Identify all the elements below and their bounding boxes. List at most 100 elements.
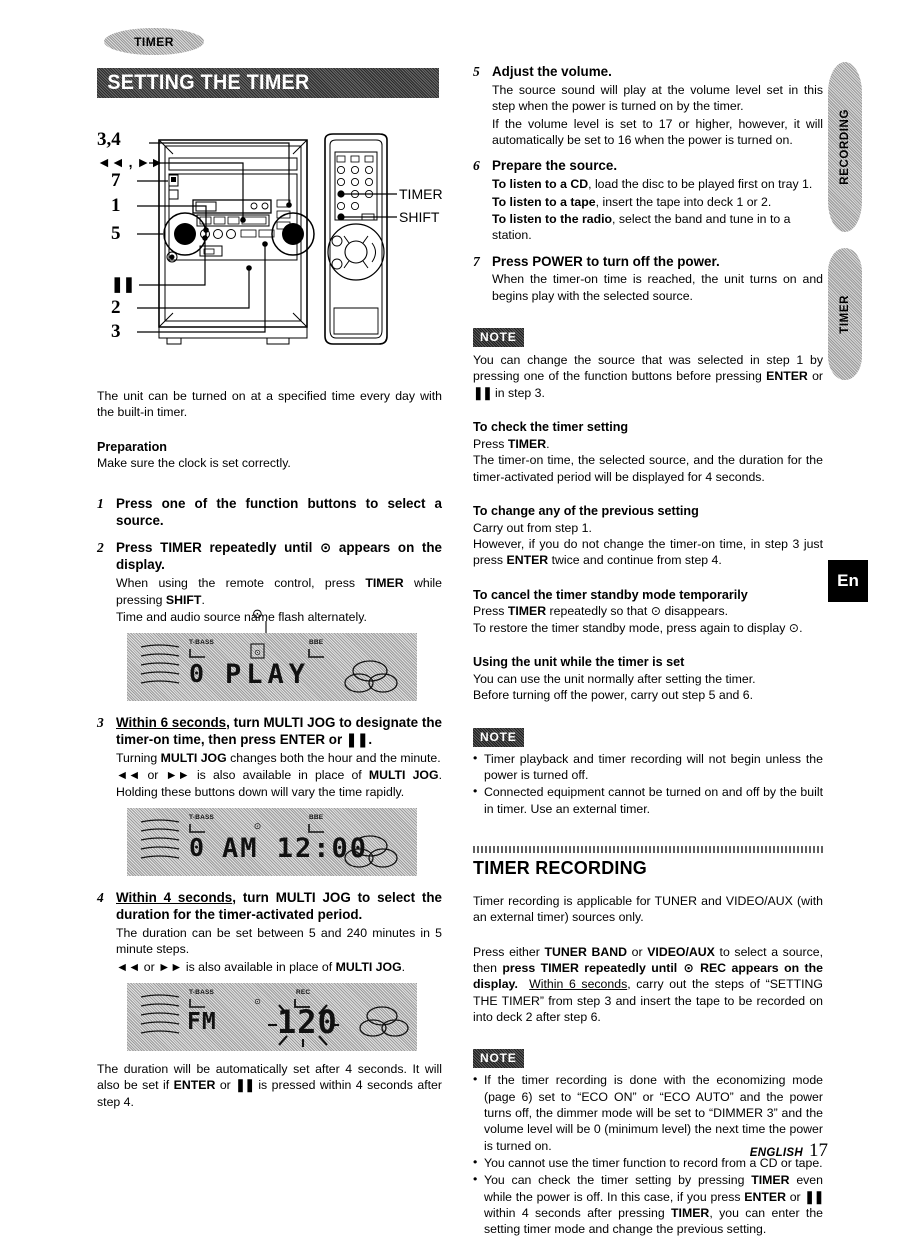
note-1-or: or [807,369,823,384]
display-duration: ⊙ T-BASS REC FM 120 [127,982,417,1051]
note-badge-1: NOTE [473,328,524,347]
step-3: 3 Within 6 seconds, turn MULTI JOG to de… [97,715,442,800]
section-using-unit-line-2: Before turning off the power, carry out … [473,688,754,703]
note-1-enter: ENTER [766,369,808,384]
section-cancel-standby-heading: To cancel the timer standby mode tempora… [473,587,748,602]
side-tab-timer-label: TIMER [839,294,851,334]
clock-icon: ⊙ [677,960,701,975]
svg-text:⊙: ⊙ [254,648,261,657]
step-5-title: Adjust the volume. [492,64,612,79]
step-7-sub-1: When the timer-on time is reached, the u… [492,272,823,303]
timer-recording-section: TIMER RECORDING Timer recording is appli… [473,845,823,1025]
display-duration-rec-label: REC [296,988,311,996]
note-2-item-1: Timer playback and timer recording will … [473,750,823,784]
step-6-rest-cd: , load the disc to be played first on tr… [588,177,813,192]
header-chapter-label: TIMER [134,34,174,49]
step-7: 7 Press POWER to turn off the power. Whe… [473,254,823,305]
side-tab-recording[interactable]: RECORDING [828,62,862,232]
step-2: 2 Press TIMER repeatedly until ⊙ appears… [97,540,442,626]
section-check-timer-line-1: Press TIMER. [473,436,550,451]
step-2-sub-1: When using the remote control, press TIM… [116,576,442,607]
display-play-left-digit: 0 [189,659,206,689]
step-1: 1 Press one of the function buttons to s… [97,496,442,530]
timer-recording-intro: Timer recording is applicable for TUNER … [473,893,823,925]
side-tab-recording-label: RECORDING [839,109,851,185]
step-6-lead-tape: To listen to a tape [492,194,596,209]
display-play-wrap: ⊙ ⊙ T-BASS BBE 0 PLAY [127,607,417,702]
display-duration-graphics: ⊙ [140,994,409,1047]
step-5-number: 5 [473,64,480,79]
clock-icon: ⊙ [320,540,332,556]
system-diagram: 3,4 ◄◄ , ►► 7 1 5 ❚❚ 2 3 TIMER SHIFT [97,112,443,370]
display-clock: ⊙ T-BASS BBE 0 AM 12:00 [127,808,417,877]
tr-b3: press TIMER repeatedly until [502,960,678,975]
display-duration-main-text: 120 [277,1002,338,1041]
step-4: 4 Within 4 seconds, turn MULTI JOG to se… [97,890,442,975]
section-title-bar: SETTING THE TIMER [97,68,439,98]
step-6-sub-cd: To listen to a CD, load the disc to be p… [492,176,823,192]
side-tab-timer[interactable]: TIMER [828,248,862,380]
intro-paragraph: The unit can be turned on at a specified… [97,389,442,420]
footer-page-number: 17 [809,1140,828,1161]
display-play-bbe-label: BBE [309,639,324,647]
step-6-number: 6 [473,158,480,174]
step-2-title-a: Press TIMER repeatedly until [116,539,320,555]
display-play: ⊙ T-BASS BBE 0 PLAY [127,633,417,702]
step-4-title: Within 4 seconds, turn MULTI JOG to sele… [116,890,442,924]
step-7-title: Press POWER to turn off the power. [492,253,720,269]
display-clock-tbass-label: T-BASS [189,814,215,822]
display-play-main-text: PLAY [225,659,311,691]
display-clock-wrap: ⊙ T-BASS BBE 0 AM 12:00 [127,808,417,877]
section-check-timer-heading: To check the timer setting [473,420,629,435]
section-change-setting-line-1: Carry out from step 1. [473,520,592,535]
tr-b1: TUNER BAND [544,944,628,959]
section-using-unit: Using the unit while the timer is set Yo… [473,654,823,703]
step-3-title: Within 6 seconds, turn MULTI JOG to desi… [116,715,442,749]
step-3-sub-2: ◄◄ or ►► is also available in place of M… [116,768,442,799]
step-6-sub-radio: To listen to the radio, select the band … [492,211,823,244]
step-5: 5 Adjust the volume. The source sound wi… [473,64,823,148]
header-chapter-oval: TIMER [104,28,204,55]
tr-u: Within 6 seconds [529,977,628,992]
step-6-lead-radio: To listen to the radio [492,211,613,226]
step-3-title-underlined: Within 6 seconds [116,715,227,731]
section-change-setting-line-2: However, if you do not change the timer-… [473,536,823,568]
note-block-2: NOTE Timer playback and timer recording … [473,728,823,817]
step-4-sub-2: ◄◄ or ►► is also available in place of M… [116,959,406,974]
display-play-clock-callout: ⊙ [252,607,263,623]
step-2-sub-2: Time and audio source name flash alterna… [116,610,367,625]
step-6: 6 Prepare the source. To listen to a CD,… [473,158,823,243]
display-duration-tbass-label: T-BASS [189,988,215,996]
preparation-heading: Preparation [97,439,167,454]
diagram-label-3: 3 [111,321,121,342]
step-2-number: 2 [97,539,104,555]
step-6-rest-tape: , insert the tape into deck 1 or 2. [595,194,772,209]
section-using-unit-heading: Using the unit while the timer is set [473,655,685,670]
section-cancel-standby-line-2: To restore the timer standby mode, press… [473,620,803,635]
step-1-title: Press one of the function buttons to sel… [116,495,442,528]
step-3-number: 3 [97,715,104,731]
section-change-setting-heading: To change any of the previous setting [473,503,699,518]
step-1-number: 1 [97,495,104,511]
note-1-pause: ❚❚ [473,385,493,400]
diagram-label-1: 1 [111,195,121,216]
clock-icon: ⊙ [788,620,800,635]
right-column: 5 Adjust the volume. The source sound wi… [473,64,824,1239]
note-2-item-2: Connected equipment cannot be turned on … [473,783,823,817]
section-cancel-standby: To cancel the timer standby mode tempora… [473,587,823,636]
left-closing-text: The duration will be automatically set a… [97,1061,442,1109]
page-footer: ENGLISH 17 [750,1140,828,1162]
note-3-item-3: You can check the timer setting by press… [473,1171,824,1237]
display-play-tbass-label: T-BASS [189,639,215,647]
diagram-label-2: 2 [111,297,121,318]
step-5-sub-2: If the volume level is set to 17 or high… [492,116,823,147]
step-3-sub-1: Turning MULTI JOG changes both the hour … [116,751,441,766]
tr-b2: VIDEO/AUX [647,944,715,959]
step-6-sub-tape: To listen to a tape, insert the tape int… [492,194,823,210]
diagram-label-remote-shift: SHIFT [399,209,440,225]
note-2-list: Timer playback and timer recording will … [473,750,823,817]
display-duration-source-text: FM [187,1008,217,1035]
section-change-setting: To change any of the previous setting Ca… [473,503,823,569]
preparation-text: Make sure the clock is set correctly. [97,456,291,471]
clock-icon: ⊙ [650,604,662,619]
